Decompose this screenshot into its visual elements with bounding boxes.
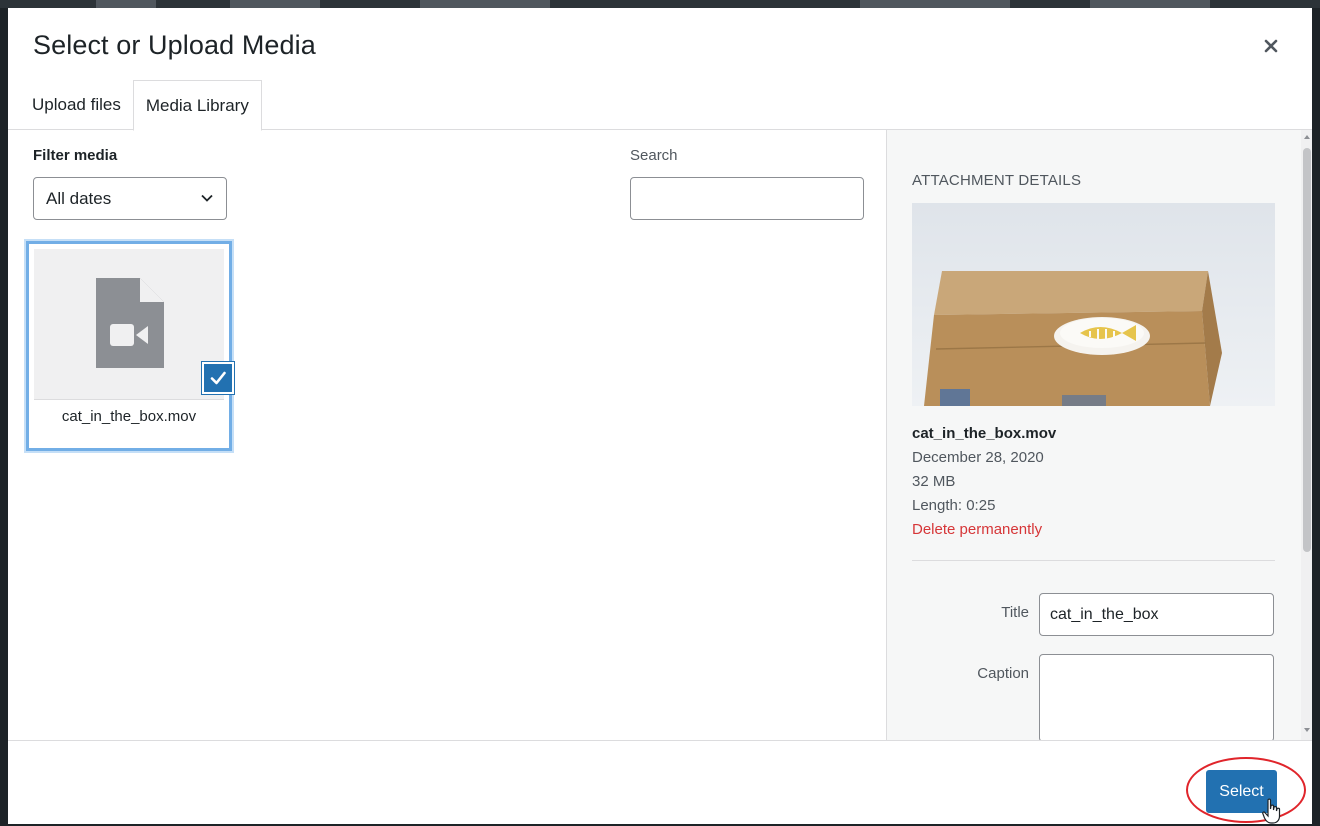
attachment-details-sidebar: Attachment Details cat_in_the_box.mov bbox=[886, 130, 1312, 740]
attachment-details-heading: Attachment Details bbox=[912, 172, 1082, 189]
tab-bar: Upload files Media Library bbox=[20, 80, 262, 131]
attachment-item[interactable]: cat_in_the_box.mov bbox=[26, 241, 232, 451]
selected-check-button[interactable] bbox=[202, 362, 234, 394]
details-file-size: 32 MB bbox=[912, 473, 956, 490]
details-length: Length: 0:25 bbox=[912, 497, 996, 514]
modal-toolbar: Select bbox=[8, 740, 1312, 824]
filter-media-label: Filter media bbox=[33, 147, 118, 164]
search-input[interactable] bbox=[630, 177, 864, 220]
chevron-down-icon bbox=[201, 194, 213, 202]
title-input[interactable] bbox=[1039, 593, 1274, 636]
title-field-label: Title bbox=[1001, 604, 1029, 621]
attachment-thumbnail bbox=[34, 249, 224, 399]
search-label: Search bbox=[630, 147, 678, 164]
hand-cursor-icon bbox=[1262, 798, 1281, 824]
video-preview-thumbnail bbox=[912, 203, 1275, 406]
date-filter-value: All dates bbox=[46, 188, 112, 208]
details-divider bbox=[912, 560, 1275, 561]
video-file-icon bbox=[96, 278, 164, 368]
attachment-filename: cat_in_the_box.mov bbox=[34, 399, 224, 437]
checkmark-icon bbox=[210, 371, 226, 385]
scrollbar-thumb[interactable] bbox=[1303, 148, 1311, 552]
scroll-down-arrow-icon[interactable] bbox=[1304, 728, 1310, 732]
close-icon bbox=[1264, 39, 1278, 52]
tab-upload-files[interactable]: Upload files bbox=[20, 80, 133, 130]
modal-title: Select or Upload Media bbox=[33, 30, 316, 60]
media-browser: Filter media All dates Search cat_in_the… bbox=[8, 130, 886, 740]
details-date: December 28, 2020 bbox=[912, 449, 1044, 466]
date-filter-select[interactable]: All dates bbox=[33, 177, 227, 220]
caption-textarea[interactable] bbox=[1039, 654, 1274, 740]
scroll-up-arrow-icon[interactable] bbox=[1304, 135, 1310, 139]
details-filename: cat_in_the_box.mov bbox=[912, 425, 1057, 442]
attachment-meta: cat_in_the_box.mov December 28, 2020 32 … bbox=[912, 422, 1056, 542]
caption-field-label: Caption bbox=[977, 665, 1029, 682]
background-page-strip bbox=[0, 0, 1320, 8]
modal-header: Select or Upload Media Upload files Medi… bbox=[8, 8, 1312, 131]
delete-permanently-link[interactable]: Delete permanently bbox=[912, 518, 1056, 542]
media-modal: Select or Upload Media Upload files Medi… bbox=[8, 8, 1312, 824]
sidebar-scrollbar[interactable] bbox=[1301, 130, 1312, 740]
tab-media-library[interactable]: Media Library bbox=[132, 80, 262, 131]
close-button[interactable] bbox=[1256, 32, 1286, 62]
